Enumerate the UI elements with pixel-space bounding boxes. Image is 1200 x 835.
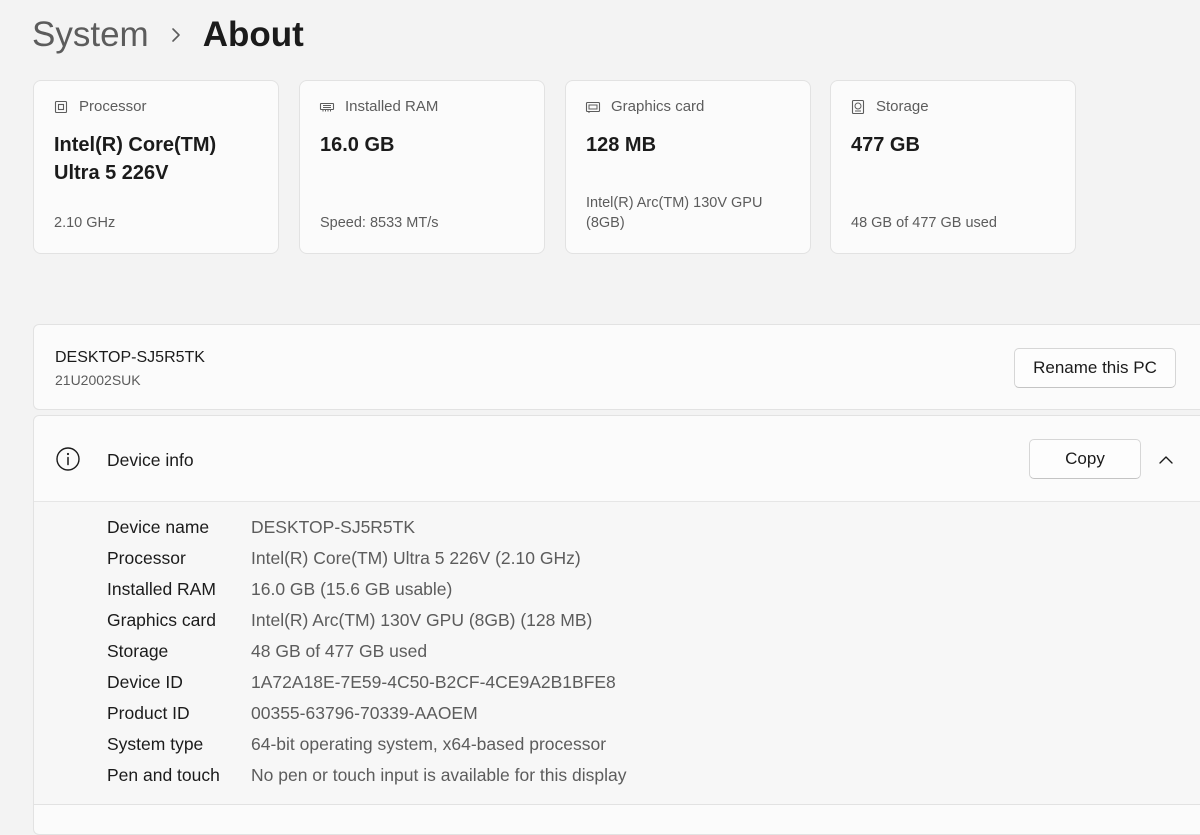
ram-card-value: 16.0 GB [320, 134, 395, 156]
device-info-row: Device name DESKTOP-SJ5R5TK [107, 512, 415, 543]
graphics-card-icon [585, 99, 601, 115]
device-info-value: No pen or touch input is available for t… [251, 765, 627, 785]
storage-icon [850, 99, 866, 115]
ram-card: Installed RAM 16.0 GB Speed: 8533 MT/s [299, 80, 545, 254]
processor-card-detail: 2.10 GHz [54, 215, 116, 231]
device-info-label: Device ID [107, 672, 183, 692]
processor-icon [53, 99, 69, 115]
device-info-label: System type [107, 734, 204, 754]
chevron-right-icon [149, 12, 203, 58]
device-info-row: Device ID 1A72A18E-7E59-4C50-B2CF-4CE9A2… [107, 667, 616, 698]
storage-card: Storage 477 GB 48 GB of 477 GB used [830, 80, 1076, 254]
graphics-card-detail: Intel(R) Arc(TM) 130V GPU (8GB) [586, 195, 763, 231]
device-info-value: 64-bit operating system, x64-based proce… [251, 734, 607, 754]
device-info-row: Storage 48 GB of 477 GB used [107, 636, 427, 667]
device-info-header[interactable]: Device info Copy [34, 416, 1200, 502]
graphics-card-value: 128 MB [586, 134, 657, 156]
breadcrumb-system[interactable]: System [32, 15, 149, 55]
storage-card-header: Storage [850, 98, 929, 115]
device-info-row: System type 64-bit operating system, x64… [107, 729, 606, 760]
device-info-row: Installed RAM 16.0 GB (15.6 GB usable) [107, 574, 452, 605]
device-info-value: DESKTOP-SJ5R5TK [251, 517, 416, 537]
device-info-value: 00355-63796-70339-AAOEM [251, 703, 478, 723]
processor-card-header: Processor [53, 98, 147, 115]
device-info-row: Graphics card Intel(R) Arc(TM) 130V GPU … [107, 605, 592, 636]
processor-card-value: Intel(R) Core(TM) Ultra 5 226V [54, 134, 217, 184]
device-info-value: 16.0 GB (15.6 GB usable) [251, 579, 453, 599]
ram-card-label: Installed RAM [345, 98, 439, 115]
device-info-value: Intel(R) Arc(TM) 130V GPU (8GB) (128 MB) [251, 610, 593, 630]
device-info-section: Device info Copy Device name DESKTOP-SJ5… [33, 415, 1200, 835]
page-title: About [202, 15, 304, 54]
device-info-row: Pen and touch No pen or touch input is a… [107, 760, 627, 791]
device-info-list: Device name DESKTOP-SJ5R5TK Processor In… [34, 502, 1200, 805]
pc-model: 21U2002SUK [55, 372, 141, 388]
storage-card-detail: 48 GB of 477 GB used [851, 215, 997, 231]
device-info-label: Graphics card [107, 610, 216, 630]
pc-name: DESKTOP-SJ5R5TK [55, 349, 205, 366]
copy-button[interactable]: Copy [1029, 439, 1141, 479]
rename-pc-button[interactable]: Rename this PC [1014, 348, 1176, 388]
device-info-label: Pen and touch [107, 765, 220, 785]
device-info-title: Device info [107, 450, 194, 470]
info-icon [55, 446, 81, 472]
device-info-row: Processor Intel(R) Core(TM) Ultra 5 226V… [107, 543, 581, 574]
device-info-row: Product ID 00355-63796-70339-AAOEM [107, 698, 478, 729]
device-info-value: 1A72A18E-7E59-4C50-B2CF-4CE9A2B1BFE8 [251, 672, 616, 692]
chevron-up-icon[interactable] [1157, 451, 1175, 469]
breadcrumb: System About [32, 12, 304, 58]
device-info-label: Storage [107, 641, 169, 661]
graphics-card-card: Graphics card 128 MB Intel(R) Arc(TM) 13… [565, 80, 811, 254]
ram-card-header: Installed RAM [319, 98, 438, 115]
processor-card-label: Processor [79, 98, 147, 115]
processor-card: Processor Intel(R) Core(TM) Ultra 5 226V… [33, 80, 279, 254]
device-info-value: Intel(R) Core(TM) Ultra 5 226V (2.10 GHz… [251, 548, 581, 568]
ram-card-detail: Speed: 8533 MT/s [320, 215, 439, 231]
device-info-value: 48 GB of 477 GB used [251, 641, 428, 661]
pc-name-card: DESKTOP-SJ5R5TK 21U2002SUK Rename this P… [33, 324, 1200, 410]
graphics-card-label: Graphics card [611, 98, 705, 115]
device-info-label: Processor [107, 548, 186, 568]
storage-card-label: Storage [876, 98, 929, 115]
device-info-label: Installed RAM [107, 579, 216, 599]
graphics-card-header: Graphics card [585, 98, 704, 115]
ram-icon [319, 99, 335, 115]
storage-card-value: 477 GB [851, 134, 920, 156]
device-info-label: Product ID [107, 703, 190, 723]
device-info-label: Device name [107, 517, 210, 537]
